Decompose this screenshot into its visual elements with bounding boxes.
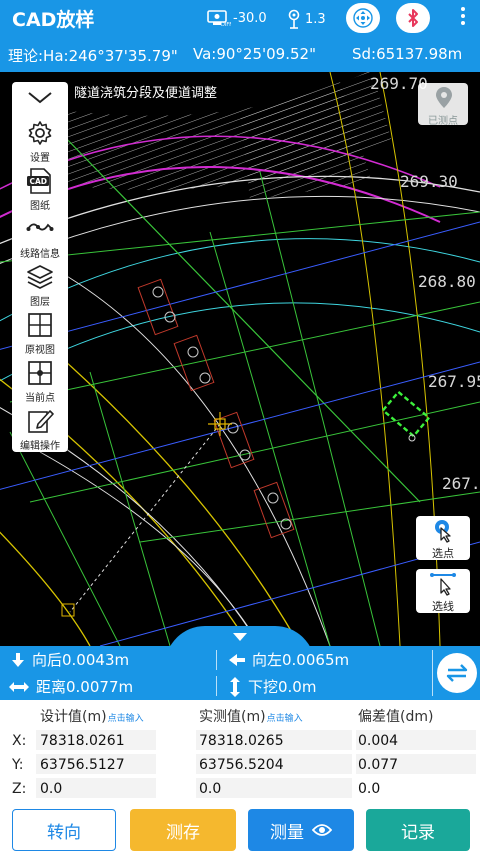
arrow-down-icon (12, 652, 24, 667)
row-label-y: Y: (12, 757, 24, 773)
antenna-icon (288, 9, 300, 29)
cad-drawing-icon: CAD (27, 168, 51, 194)
bluetooth-button[interactable] (396, 3, 430, 33)
gear-icon (28, 121, 52, 145)
tool-settings[interactable]: 设置 (12, 116, 68, 164)
select-point-label: 选点 (432, 547, 454, 560)
tool-panel: 设置 CAD 图纸 线路信息 图层 原视图 当前点 编辑操作 (12, 82, 68, 452)
design-header[interactable]: 设计值(m)点击输入 (40, 706, 144, 726)
bluetooth-icon (408, 9, 418, 27)
arrow-left-icon (229, 653, 245, 666)
tool-layers[interactable]: 图层 (12, 260, 68, 308)
eye-icon (312, 824, 332, 836)
distance-guidance: 距离0.0077m (8, 673, 133, 700)
more-menu-icon[interactable] (456, 4, 470, 32)
route-info-icon (26, 223, 54, 231)
elevation-label: 268.80 (418, 272, 476, 291)
measured-z[interactable]: 0.0 (199, 781, 221, 797)
record-button[interactable]: 记录 (366, 809, 470, 851)
row-label-z: Z: (12, 781, 27, 797)
elevation-label: 267.1 (442, 474, 480, 493)
tool-original-view[interactable]: 原视图 (12, 308, 68, 356)
measured-y[interactable]: 63756.5204 (199, 757, 284, 773)
cad-stakeout-screen: CAD放样 DIFF -30.0 1.3 理论:Ha:246°37'35.79"… (0, 0, 480, 854)
stakeout-guidance-bar: 向后0.0043m 向左0.0065m 距离0.0077m 下挖0.0m (0, 646, 480, 700)
coordinate-table: 设计值(m)点击输入 实测值(m)点击输入 偏差值(dm) X: 78318.0… (0, 700, 480, 800)
tool-label: 图纸 (30, 201, 50, 212)
design-z[interactable]: 0.0 (40, 781, 62, 797)
dig-guidance: 下挖0.0m (228, 673, 316, 700)
tool-label: 当前点 (25, 393, 55, 404)
measured-points-button[interactable]: 已测点 (418, 83, 468, 127)
move-arrows-icon (353, 8, 373, 28)
deviation-x: 0.004 (358, 733, 399, 749)
edit-icon (28, 410, 54, 433)
left-guidance: 向左0.0065m (228, 646, 349, 673)
measured-header[interactable]: 实测值(m)点击输入 (199, 706, 303, 726)
triangle-down-icon (233, 633, 247, 641)
ha-readout: 理论:Ha:246°37'35.79" (8, 47, 178, 65)
design-x[interactable]: 78318.0261 (40, 733, 125, 749)
svg-text:DIFF: DIFF (221, 22, 231, 27)
tool-label: 设置 (30, 153, 50, 164)
va-readout: Va:90°25'09.52" (193, 45, 316, 63)
tool-label: 线路信息 (20, 249, 60, 260)
svg-text:CAD: CAD (30, 177, 48, 186)
cad-canvas[interactable]: 269.70 269.30 268.80 267.95 267.1 隧道浇筑分段… (0, 72, 480, 646)
chevron-down-icon (28, 92, 52, 104)
measured-x[interactable]: 78318.0265 (199, 733, 284, 749)
tool-drawing[interactable]: CAD 图纸 (12, 164, 68, 212)
drawing-title: 隧道浇筑分段及便道调整 (74, 86, 218, 101)
gnss-value: -30.0 (233, 10, 267, 26)
divider (432, 650, 433, 696)
pan-button[interactable] (346, 3, 380, 33)
divider (216, 650, 217, 670)
measured-points-label: 已测点 (428, 116, 458, 127)
divider (216, 676, 217, 696)
elevation-label: 267.95 (428, 372, 480, 391)
app-title: CAD放样 (12, 9, 95, 31)
layers-icon (27, 265, 53, 289)
select-line-button[interactable]: 选线 (416, 569, 470, 613)
antenna-status[interactable]: 1.3 (285, 9, 326, 29)
top-bar: CAD放样 DIFF -30.0 1.3 (0, 0, 480, 36)
turn-button[interactable]: 转向 (12, 809, 116, 851)
tap-point-icon (435, 520, 451, 543)
tap-line-icon (430, 573, 456, 596)
measure-save-button[interactable]: 测存 (130, 809, 236, 851)
action-bar: 转向 测存 测量 记录 (0, 800, 480, 854)
cad-drawing (0, 72, 480, 646)
tool-current-point[interactable]: 当前点 (12, 356, 68, 404)
double-arrow-horizontal-icon (9, 681, 29, 692)
measure-strip: 理论:Ha:246°37'35.79" Va:90°25'09.52" Sd:6… (0, 36, 480, 72)
tool-label: 原视图 (25, 345, 55, 356)
swap-arrows-icon (446, 664, 468, 682)
tool-route-info[interactable]: 线路信息 (12, 212, 68, 260)
antenna-value: 1.3 (305, 11, 326, 27)
tool-label: 图层 (30, 297, 50, 308)
tool-edit[interactable]: 编辑操作 (12, 404, 68, 452)
current-point-icon (28, 361, 52, 385)
deviation-header: 偏差值(dm) (358, 709, 434, 725)
select-line-label: 选线 (432, 600, 454, 613)
double-arrow-vertical-icon (230, 676, 240, 697)
deviation-y: 0.077 (358, 757, 399, 773)
tool-label: 编辑操作 (20, 441, 60, 452)
select-point-button[interactable]: 选点 (416, 516, 470, 560)
measure-button[interactable]: 测量 (248, 809, 354, 851)
deviation-z: 0.0 (358, 781, 381, 797)
row-label-x: X: (12, 733, 27, 749)
design-y[interactable]: 63756.5127 (40, 757, 125, 773)
gnss-icon: DIFF (207, 10, 231, 27)
sd-readout: Sd:65137.98m (352, 45, 463, 63)
location-pin-icon (436, 87, 452, 108)
collapse-button[interactable] (12, 82, 68, 114)
swap-direction-button[interactable] (437, 653, 477, 693)
original-view-icon (28, 313, 52, 337)
back-guidance: 向后0.0043m (10, 646, 129, 673)
gnss-status[interactable]: DIFF -30.0 (207, 9, 267, 27)
elevation-label: 269.30 (400, 172, 458, 191)
